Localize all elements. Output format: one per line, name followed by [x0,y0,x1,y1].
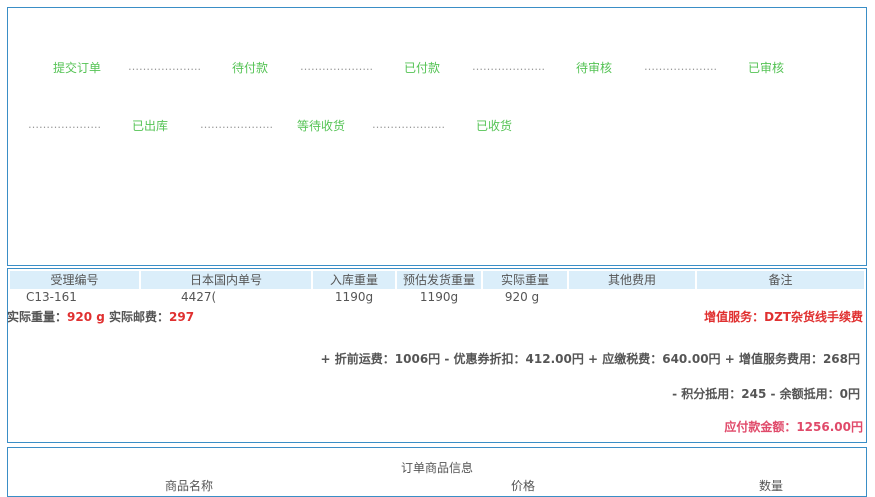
fees-breakdown: + 折前运费：1006円 - 优惠券折扣：412.00円 + 应缴税费：640.… [320,352,860,366]
cell-acceptance-no: C13-161 [26,290,77,304]
step-separator: ……………….. [300,60,373,73]
order-status-panel: 提交订单 ……………….. 待付款 ……………….. 已付款 ……………….. … [7,7,867,266]
step-pending-payment: 待付款 [232,61,269,75]
col-header-other-fees: 其他费用 [569,271,695,289]
actual-weight-value: 920 g [67,310,105,324]
cell-inbound-weight: 1190g [334,290,374,304]
step-separator: ……………….. [472,60,545,73]
amount-payable: 应付款金额：1256.00円 [724,420,863,434]
goods-info-panel: 订单商品信息 商品名称 价格 数量 [7,447,867,497]
actual-postage-value: 297 [169,310,195,324]
cell-actual-weight: 920 g [504,290,540,304]
col-header-japan-tracking-no: 日本国内单号 [141,271,311,289]
step-reviewed: 已审核 [748,61,785,75]
step-separator: ……………….. [200,118,273,131]
col-header-acceptance-no: 受理编号 [10,271,139,289]
goods-info-title: 订单商品信息 [400,461,473,475]
step-submit-order: 提交订单 [53,61,102,75]
col-header-remarks: 备注 [697,271,864,289]
step-separator: ……………….. [644,60,717,73]
step-separator: ……………….. [128,60,201,73]
table-header: 受理编号 日本国内单号 入库重量 预估发货重量 实际重量 其他费用 备注 [10,271,864,289]
actual-weight-label: 实际重量： [7,310,68,324]
value-added-service: 增值服务：DZT杂货线手续费 [704,310,863,324]
order-detail-panel: 受理编号 日本国内单号 入库重量 预估发货重量 实际重量 其他费用 备注 C13… [7,268,867,443]
cell-japan-tracking-no: 4427( [181,290,217,304]
step-paid: 已付款 [404,61,441,75]
col-header-estimated-weight: 预估发货重量 [397,271,481,289]
col-header-inbound-weight: 入库重量 [313,271,395,289]
cell-estimated-weight: 1190g [419,290,459,304]
weight-postage-line: 实际重量：920 g 实际邮费：297 [7,308,194,325]
step-awaiting-delivery: 等待收货 [297,119,346,133]
step-separator: ……………….. [372,118,445,131]
step-separator: ……………….. [28,118,101,131]
col-header-actual-weight: 实际重量 [483,271,567,289]
deductions-breakdown: - 积分抵用：245 - 余额抵用：0円 [672,387,860,401]
step-pending-review: 待审核 [576,61,613,75]
step-received: 已收货 [476,119,513,133]
step-shipped-out: 已出库 [132,119,169,133]
actual-postage-label: 实际邮费： [104,310,170,324]
